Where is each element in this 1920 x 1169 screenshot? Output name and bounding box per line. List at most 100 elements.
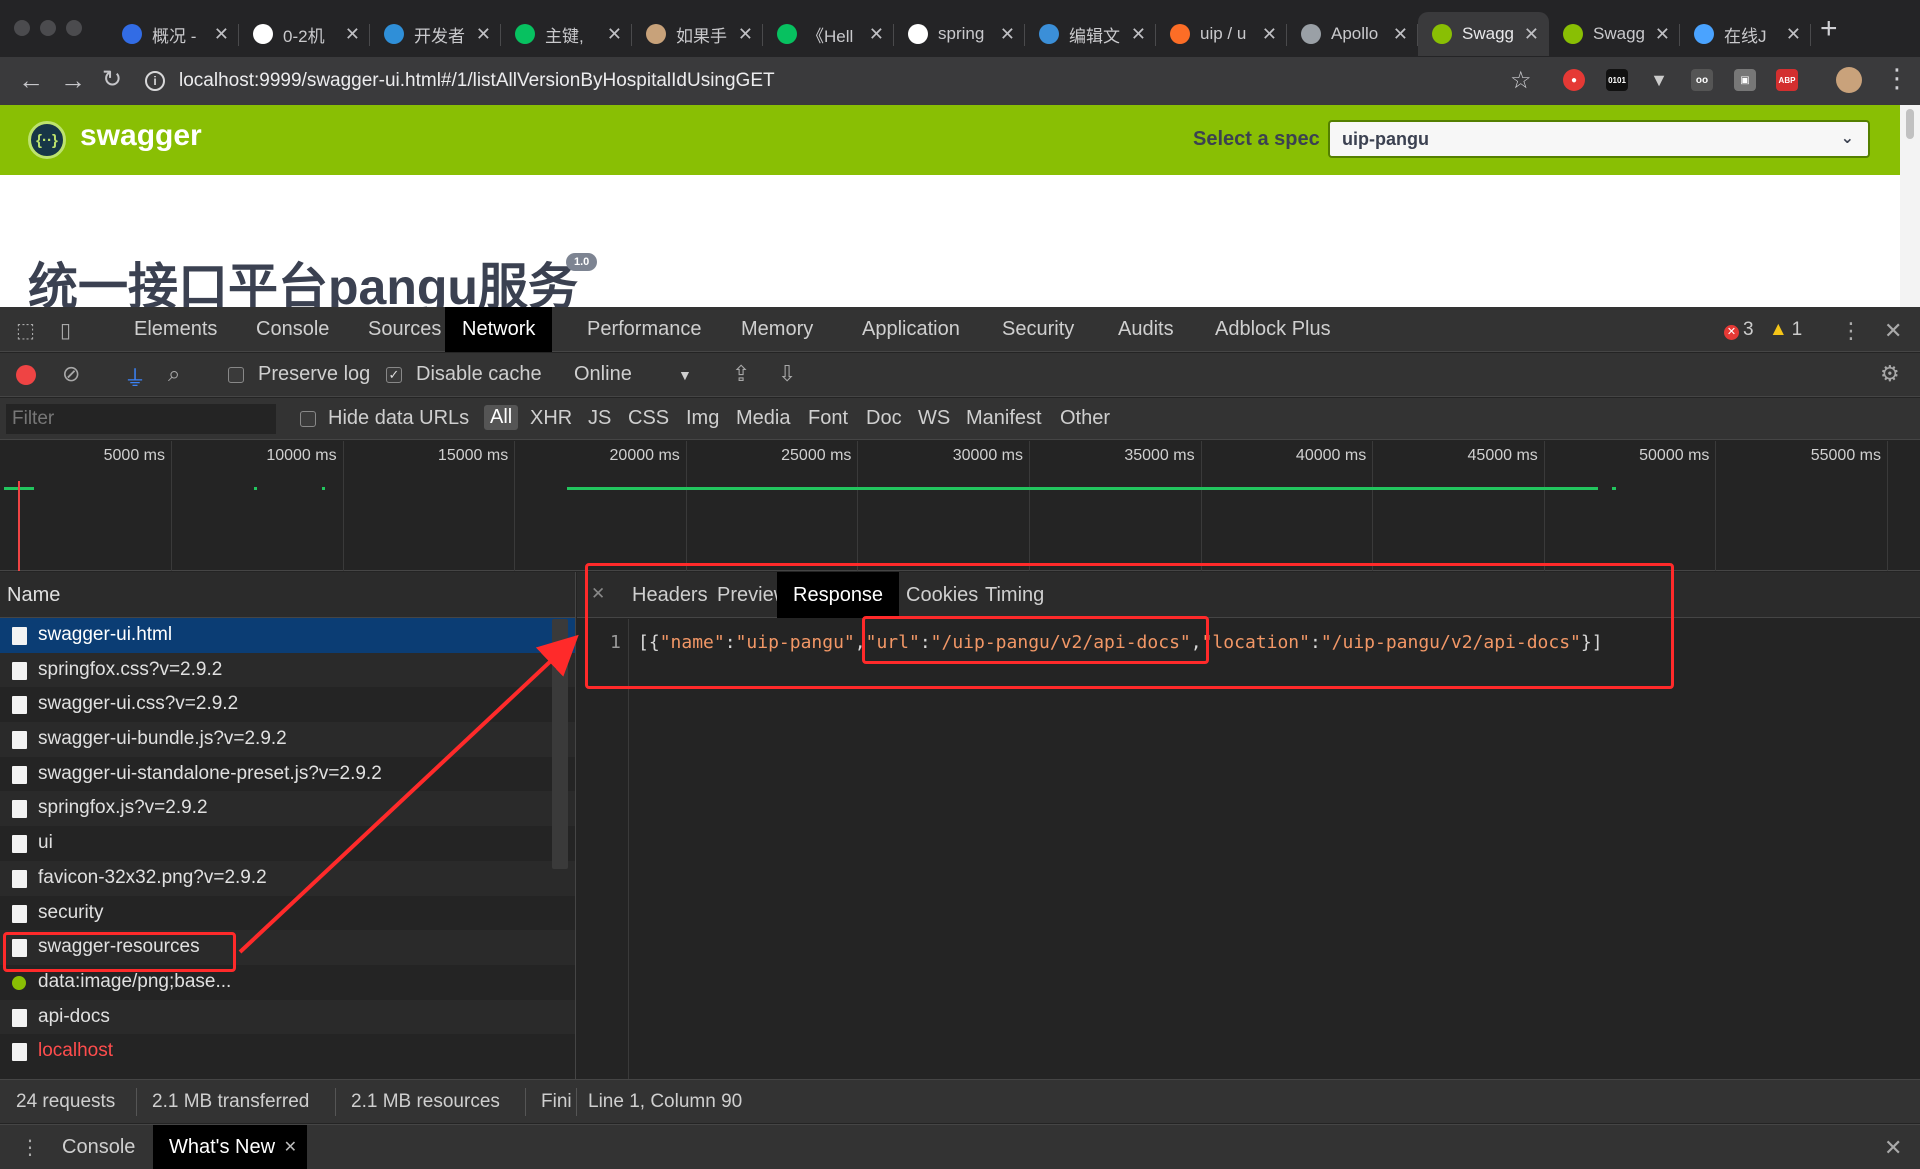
- maximize-window-icon[interactable]: [66, 20, 82, 36]
- filter-type-css[interactable]: CSS: [628, 407, 669, 430]
- console-issue-counts[interactable]: ✕ 3 ▲ 1: [1724, 319, 1802, 341]
- throttling-select[interactable]: Online: [574, 363, 632, 386]
- request-row[interactable]: swagger-ui-standalone-preset.js?v=2.9.2: [0, 757, 575, 792]
- close-tab-icon[interactable]: ✕: [476, 24, 491, 45]
- devtools-tab-adblock-plus[interactable]: Adblock Plus: [1198, 307, 1348, 352]
- extension-window-icon[interactable]: ▣: [1734, 69, 1756, 91]
- record-icon[interactable]: [16, 365, 36, 385]
- request-row[interactable]: ui: [0, 826, 575, 861]
- request-row[interactable]: favicon-32x32.png?v=2.9.2: [0, 860, 575, 896]
- extension-binary-icon[interactable]: 0101: [1606, 69, 1628, 91]
- browser-tab[interactable]: 0-2机 ✕: [239, 12, 370, 56]
- devtools-tab-console[interactable]: Console: [239, 307, 346, 352]
- filter-type-js[interactable]: JS: [588, 407, 611, 430]
- browser-tab[interactable]: 编辑文 ✕: [1025, 12, 1156, 56]
- close-tab-icon[interactable]: ✕: [869, 24, 884, 45]
- throttling-chevron-icon[interactable]: ▼: [678, 367, 692, 383]
- request-row[interactable]: security: [0, 896, 575, 931]
- browser-tab[interactable]: 主键, ✕: [501, 12, 632, 56]
- devtools-tab-network[interactable]: Network: [445, 307, 553, 352]
- export-har-icon[interactable]: ⇩: [778, 361, 796, 387]
- close-tab-icon[interactable]: ✕: [1262, 24, 1277, 45]
- close-tab-icon[interactable]: ✕: [1786, 24, 1801, 45]
- filter-type-xhr[interactable]: XHR: [530, 407, 572, 430]
- devtools-menu-icon[interactable]: ⋮: [1840, 318, 1862, 344]
- filter-type-font[interactable]: Font: [808, 407, 848, 430]
- browser-tab[interactable]: 如果手 ✕: [632, 12, 763, 56]
- inspect-element-icon[interactable]: ⬚: [16, 318, 35, 343]
- filter-icon[interactable]: ⏚: [124, 361, 146, 393]
- browser-tab[interactable]: Swagg ✕: [1418, 12, 1549, 56]
- close-tab-icon[interactable]: ✕: [214, 24, 229, 45]
- devtools-tab-application[interactable]: Application: [845, 307, 977, 352]
- bookmark-star-icon[interactable]: ☆: [1510, 66, 1532, 95]
- close-tab-icon[interactable]: ✕: [1655, 24, 1670, 45]
- browser-menu-icon[interactable]: ⋮: [1884, 63, 1910, 94]
- request-row[interactable]: springfox.js?v=2.9.2: [0, 791, 575, 827]
- request-row[interactable]: springfox.css?v=2.9.2: [0, 652, 575, 688]
- swagger-brand[interactable]: swagger: [80, 119, 202, 153]
- forward-arrow-icon[interactable]: →: [60, 65, 86, 96]
- close-tab-icon[interactable]: ✕: [284, 1125, 297, 1169]
- network-settings-gear-icon[interactable]: ⚙: [1880, 361, 1900, 387]
- filter-type-img[interactable]: Img: [686, 407, 719, 430]
- browser-tab[interactable]: 《Hell ✕: [763, 12, 894, 56]
- browser-tab[interactable]: Swagg ✕: [1549, 12, 1680, 56]
- devtools-tab-memory[interactable]: Memory: [724, 307, 830, 352]
- close-tab-icon[interactable]: ✕: [1524, 24, 1539, 45]
- preserve-log-checkbox[interactable]: [228, 367, 244, 383]
- drawer-menu-icon[interactable]: ⋮: [20, 1135, 40, 1160]
- site-info-icon[interactable]: i: [145, 71, 165, 91]
- hide-data-urls-checkbox[interactable]: [300, 411, 316, 427]
- browser-tab[interactable]: uip / u ✕: [1156, 12, 1287, 56]
- filter-type-media[interactable]: Media: [736, 407, 790, 430]
- filter-type-other[interactable]: Other: [1060, 407, 1110, 430]
- close-devtools-icon[interactable]: ✕: [1884, 318, 1902, 344]
- profile-avatar[interactable]: [1836, 67, 1862, 93]
- request-list-scrollbar[interactable]: [552, 619, 568, 869]
- clear-icon[interactable]: ⊘: [62, 361, 80, 387]
- window-controls[interactable]: [14, 20, 82, 36]
- disable-cache-checkbox[interactable]: ✓: [386, 367, 402, 383]
- browser-tab[interactable]: 开发者 ✕: [370, 12, 501, 56]
- request-row[interactable]: api-docs: [0, 999, 575, 1035]
- close-tab-icon[interactable]: ✕: [1000, 24, 1015, 45]
- spec-select[interactable]: uip-pangu ⌄: [1328, 120, 1870, 158]
- reload-icon[interactable]: ↻: [102, 65, 122, 94]
- devtools-tab-security[interactable]: Security: [985, 307, 1091, 352]
- network-overview-timeline[interactable]: 5000 ms 10000 ms 15000 ms 20000 ms 25000 ms 3…: [0, 441, 1920, 571]
- request-row[interactable]: swagger-ui-bundle.js?v=2.9.2: [0, 722, 575, 757]
- devtools-tab-sources[interactable]: Sources: [351, 307, 458, 352]
- close-window-icon[interactable]: [14, 20, 30, 36]
- new-tab-button[interactable]: +: [1820, 12, 1838, 46]
- close-tab-icon[interactable]: ✕: [1131, 24, 1146, 45]
- close-tab-icon[interactable]: ✕: [345, 24, 360, 45]
- devtools-tab-performance[interactable]: Performance: [570, 307, 719, 352]
- filter-type-all[interactable]: All: [484, 405, 519, 430]
- browser-tab[interactable]: Apollo ✕: [1287, 12, 1418, 56]
- filter-type-doc[interactable]: Doc: [866, 407, 902, 430]
- adblock-plus-icon[interactable]: ABP: [1776, 69, 1798, 91]
- filter-input[interactable]: Filter: [6, 404, 276, 434]
- request-row[interactable]: swagger-ui.css?v=2.9.2: [0, 687, 575, 722]
- devtools-tab-elements[interactable]: Elements: [117, 307, 234, 352]
- drawer-tab-console[interactable]: Console: [46, 1125, 151, 1169]
- search-icon[interactable]: ⌕: [168, 361, 180, 387]
- extension-vue-icon[interactable]: ▼: [1648, 69, 1670, 91]
- close-drawer-icon[interactable]: ✕: [1884, 1135, 1902, 1161]
- minimize-window-icon[interactable]: [40, 20, 56, 36]
- filter-type-ws[interactable]: WS: [918, 407, 950, 430]
- browser-tab[interactable]: 在线J ✕: [1680, 12, 1811, 56]
- page-scrollbar[interactable]: [1900, 105, 1920, 307]
- url-field[interactable]: i localhost:9999/swagger-ui.html#/1/list…: [145, 64, 1535, 98]
- device-toolbar-icon[interactable]: ▯: [60, 318, 71, 343]
- devtools-tab-audits[interactable]: Audits: [1101, 307, 1191, 352]
- back-arrow-icon[interactable]: ←: [18, 65, 44, 96]
- request-row[interactable]: swagger-ui.html: [0, 618, 575, 653]
- extension-red-icon[interactable]: ●: [1563, 69, 1585, 91]
- filter-type-manifest[interactable]: Manifest: [966, 407, 1042, 430]
- drawer-tab-whats-new[interactable]: What's New ✕: [153, 1125, 308, 1169]
- browser-tab[interactable]: spring ✕: [894, 12, 1025, 56]
- close-tab-icon[interactable]: ✕: [607, 24, 622, 45]
- import-har-icon[interactable]: ⇪: [732, 361, 750, 387]
